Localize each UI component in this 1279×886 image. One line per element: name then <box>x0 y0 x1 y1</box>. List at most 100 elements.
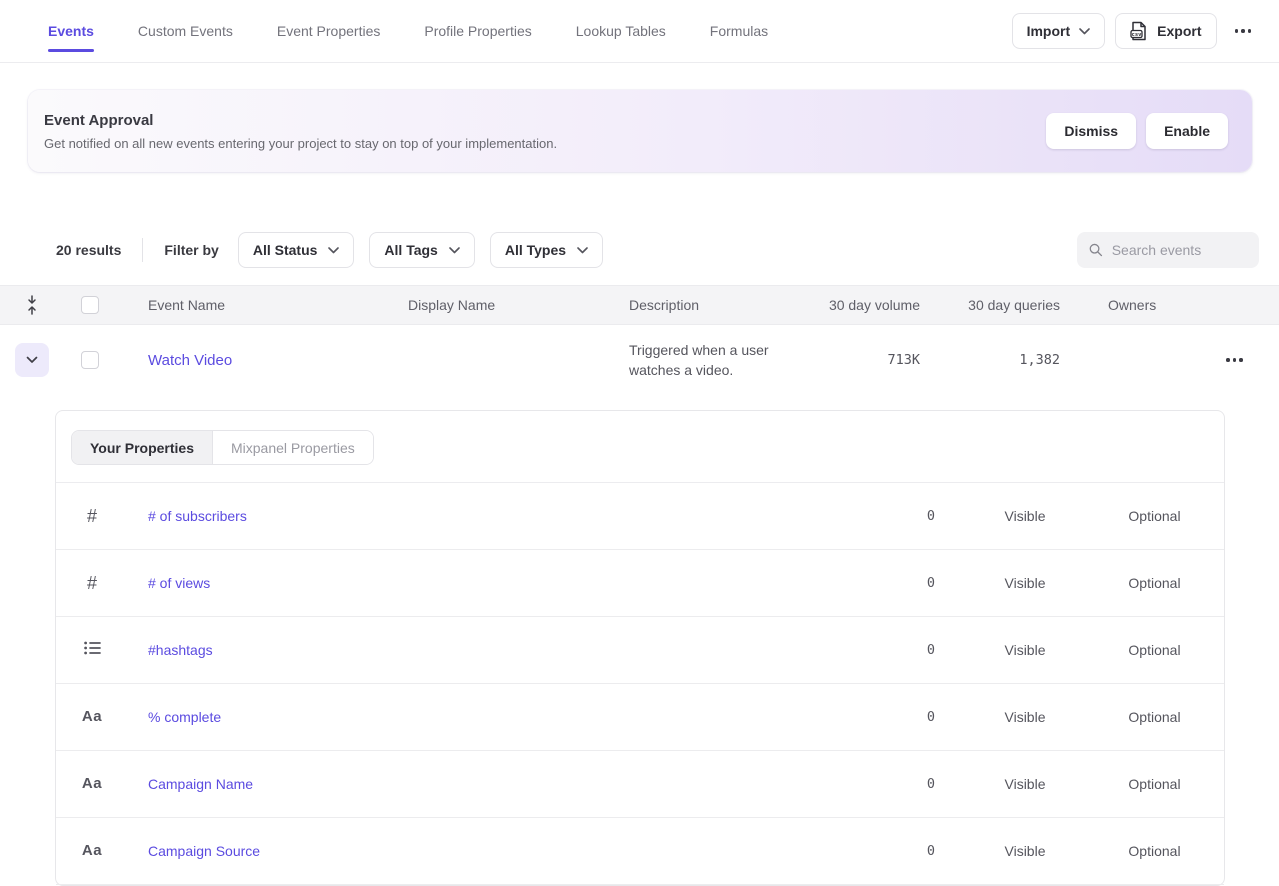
property-name-link[interactable]: Campaign Source <box>128 843 845 859</box>
event-volume: 713K <box>785 352 920 368</box>
more-icon <box>1226 358 1243 362</box>
property-requirement: Optional <box>1115 776 1224 792</box>
tab-event-properties[interactable]: Event Properties <box>277 0 381 62</box>
banner-title: Event Approval <box>44 112 1046 129</box>
tab-lookup-tables[interactable]: Lookup Tables <box>576 0 666 62</box>
property-visibility: Visible <box>935 508 1115 524</box>
tab-your-properties[interactable]: Your Properties <box>72 431 213 464</box>
tab-events[interactable]: Events <box>48 0 94 62</box>
property-name-link[interactable]: % complete <box>128 709 845 725</box>
property-row: #hashtags 0 Visible Optional <box>56 617 1224 684</box>
number-type-icon: # <box>87 573 97 594</box>
properties-tab-switcher: Your Properties Mixpanel Properties <box>71 430 374 465</box>
chevron-down-icon <box>577 247 588 254</box>
tab-custom-events-label: Custom Events <box>138 23 233 39</box>
property-requirement: Optional <box>1115 575 1224 591</box>
property-name-link[interactable]: #hashtags <box>128 642 845 658</box>
divider <box>142 238 143 262</box>
column-header-event-name[interactable]: Event Name <box>130 297 390 313</box>
property-count: 0 <box>845 575 935 591</box>
chevron-down-icon <box>1079 28 1090 35</box>
csv-file-icon: csv <box>1130 21 1148 41</box>
property-visibility: Visible <box>935 843 1115 859</box>
collapse-row-button[interactable] <box>15 343 49 377</box>
dismiss-button[interactable]: Dismiss <box>1046 113 1136 149</box>
chevron-down-icon <box>449 247 460 254</box>
export-button-label: Export <box>1157 23 1201 39</box>
svg-text:csv: csv <box>1132 32 1143 38</box>
chevron-down-icon <box>328 247 339 254</box>
column-header-volume[interactable]: 30 day volume <box>785 297 920 313</box>
chevron-down-icon <box>26 356 38 364</box>
property-row: Aa Campaign Name 0 Visible Optional <box>56 751 1224 818</box>
number-type-icon: # <box>87 506 97 527</box>
property-requirement: Optional <box>1115 642 1224 658</box>
event-approval-banner: Event Approval Get notified on all new e… <box>28 90 1252 172</box>
property-row: Aa Campaign Source 0 Visible Optional <box>56 818 1224 885</box>
text-type-icon: Aa <box>82 842 102 860</box>
tab-mixpanel-properties[interactable]: Mixpanel Properties <box>213 431 373 464</box>
nav-tabs: Events Custom Events Event Properties Pr… <box>48 0 1012 62</box>
row-checkbox[interactable] <box>81 351 99 369</box>
property-count: 0 <box>845 642 935 658</box>
status-filter-label: All Status <box>253 242 318 258</box>
property-requirement: Optional <box>1115 843 1224 859</box>
tab-event-properties-label: Event Properties <box>277 23 381 39</box>
select-all-checkbox[interactable] <box>81 296 99 314</box>
row-more-options-button[interactable] <box>1218 358 1251 362</box>
list-type-icon <box>84 641 101 660</box>
property-visibility: Visible <box>935 709 1115 725</box>
import-button-label: Import <box>1027 23 1071 39</box>
search-events-box[interactable] <box>1077 232 1259 268</box>
top-navigation-bar: Events Custom Events Event Properties Pr… <box>0 0 1279 63</box>
property-name-link[interactable]: Campaign Name <box>128 776 845 792</box>
export-button[interactable]: csv Export <box>1115 13 1216 49</box>
property-row: # # of subscribers 0 Visible Optional <box>56 483 1224 550</box>
property-count: 0 <box>845 508 935 524</box>
banner-text: Event Approval Get notified on all new e… <box>44 112 1046 151</box>
tab-profile-properties-label: Profile Properties <box>424 23 531 39</box>
tab-lookup-tables-label: Lookup Tables <box>576 23 666 39</box>
column-header-description[interactable]: Description <box>611 297 785 313</box>
property-row: # # of views 0 Visible Optional <box>56 550 1224 617</box>
tab-formulas-label: Formulas <box>710 23 768 39</box>
tab-formulas[interactable]: Formulas <box>710 0 768 62</box>
property-requirement: Optional <box>1115 508 1224 524</box>
event-queries: 1,382 <box>920 352 1060 368</box>
property-name-link[interactable]: # of subscribers <box>128 508 845 524</box>
banner-description: Get notified on all new events entering … <box>44 136 1046 151</box>
more-icon <box>1235 29 1252 33</box>
filter-by-label: Filter by <box>164 242 218 258</box>
property-row: Aa % complete 0 Visible Optional <box>56 684 1224 751</box>
event-row-watch-video: Watch Video Triggered when a user watche… <box>0 325 1279 395</box>
text-type-icon: Aa <box>82 708 102 726</box>
types-filter-dropdown[interactable]: All Types <box>490 232 603 268</box>
status-filter-dropdown[interactable]: All Status <box>238 232 355 268</box>
property-count: 0 <box>845 709 935 725</box>
search-input[interactable] <box>1112 242 1247 258</box>
column-header-queries[interactable]: 30 day queries <box>920 297 1060 313</box>
property-name-link[interactable]: # of views <box>128 575 845 591</box>
enable-button[interactable]: Enable <box>1146 113 1228 149</box>
property-count: 0 <box>845 843 935 859</box>
tab-profile-properties[interactable]: Profile Properties <box>424 0 531 62</box>
property-visibility: Visible <box>935 575 1115 591</box>
banner-buttons: Dismiss Enable <box>1046 113 1228 149</box>
collapse-all-icon <box>25 294 39 316</box>
property-visibility: Visible <box>935 642 1115 658</box>
property-count: 0 <box>845 776 935 792</box>
event-name-link[interactable]: Watch Video <box>148 352 232 369</box>
collapse-all-button[interactable] <box>25 294 39 316</box>
events-table-header: Event Name Display Name Description 30 d… <box>0 285 1279 325</box>
text-type-icon: Aa <box>82 775 102 793</box>
panel-header: Your Properties Mixpanel Properties <box>56 411 1224 483</box>
column-header-display-name[interactable]: Display Name <box>390 297 611 313</box>
search-icon <box>1089 242 1103 258</box>
more-options-button[interactable] <box>1227 29 1260 33</box>
tags-filter-dropdown[interactable]: All Tags <box>369 232 474 268</box>
tab-custom-events[interactable]: Custom Events <box>138 0 233 62</box>
column-header-owners[interactable]: Owners <box>1060 297 1190 313</box>
import-button[interactable]: Import <box>1012 13 1106 49</box>
event-properties-panel: Your Properties Mixpanel Properties # # … <box>55 410 1225 886</box>
results-count: 20 results <box>56 242 121 258</box>
